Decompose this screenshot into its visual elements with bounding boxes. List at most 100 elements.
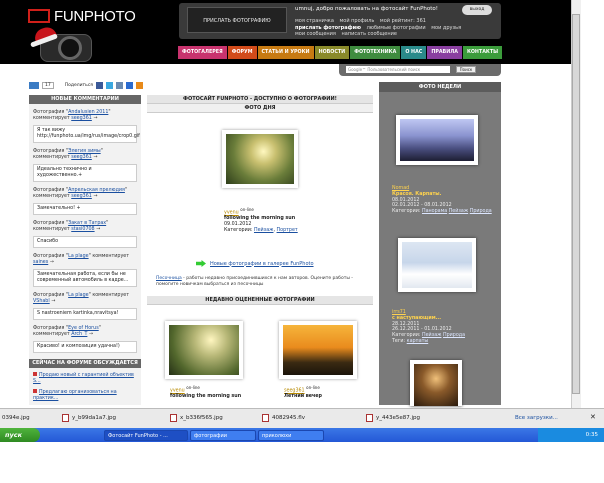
comment-user-link[interactable]: stasi0708 — [71, 227, 94, 232]
rated-photo-image[interactable] — [169, 325, 239, 375]
week-photo-image[interactable] — [400, 119, 474, 161]
upload-photo-button[interactable]: ПРИСЛАТЬ ФОТОГРАФИЮ — [187, 7, 287, 33]
online-badge: on-line — [240, 207, 254, 212]
forum-topic[interactable]: Продаю новый с гарантией объектив S... — [33, 372, 137, 385]
bookmark-icon[interactable] — [126, 82, 134, 89]
taskbar-window[interactable]: Фотосайт FunPhoto - ... — [104, 430, 188, 441]
category-link[interactable]: Панорама — [422, 209, 447, 214]
arrow-right-icon — [196, 260, 206, 267]
search-button[interactable]: Поиск — [456, 66, 476, 73]
comment-meta: Фотография "Eye of Horus" комментирует A… — [33, 326, 101, 337]
comment-photo-link[interactable]: Eye of Horus — [68, 326, 99, 331]
tag-link[interactable]: карпаты — [407, 339, 429, 344]
site-logo[interactable]: FUNPHOTO — [54, 8, 136, 25]
user-link[interactable]: мой профиль — [339, 18, 374, 24]
nav-forum[interactable]: ФОРУМ — [227, 46, 257, 59]
comment-meta: Фотография "Andalusien 2011" комментируе… — [33, 110, 111, 121]
sandbox-link[interactable]: Песочница — [156, 276, 182, 281]
image-file-icon — [170, 414, 177, 422]
nav-about[interactable]: О НАС — [401, 46, 427, 59]
comment-meta: Фотография "La plage" комментирует VShab… — [33, 293, 130, 304]
share-count: 17 — [42, 82, 54, 89]
comment-user-link[interactable]: saines — [33, 260, 48, 265]
user-link[interactable]: мои сообщения — [295, 31, 336, 37]
author-link[interactable]: irrs71 — [392, 310, 406, 315]
scrollbar-thumb[interactable] — [572, 14, 580, 394]
nav-rules[interactable]: ПРАВИЛА — [427, 46, 462, 59]
logout-button[interactable]: выход — [462, 5, 492, 15]
comment-text: Замечательная работа, если бы не совреме… — [33, 269, 137, 287]
close-icon[interactable]: ✕ — [590, 413, 596, 421]
show-all-downloads[interactable]: Все загрузки... — [515, 411, 558, 425]
user-link[interactable]: прислать фотографию — [295, 25, 361, 31]
author-link[interactable]: seeg361 — [284, 389, 305, 394]
photo-of-day-image[interactable] — [226, 134, 294, 184]
user-link[interactable]: написать сообщение — [342, 31, 397, 37]
comment-meta: Фотография "La plage" комментирует saine… — [33, 254, 130, 265]
comment-photo-link[interactable]: La plage — [68, 293, 88, 298]
twitter-icon[interactable] — [106, 82, 114, 89]
comment-photo-link[interactable]: La plage — [68, 254, 88, 259]
user-link[interactable]: мои друзья — [431, 25, 461, 31]
download-item[interactable]: y_443e5e87.jpg — [366, 411, 420, 425]
nav-gallery[interactable]: ФОТОГАЛЕРЕЯ — [178, 46, 227, 59]
new-comments-heading: НОВЫЕ КОММЕНТАРИИ — [29, 95, 141, 104]
categories-label: Категории: — [392, 333, 421, 339]
rss-icon[interactable] — [136, 82, 144, 89]
download-item[interactable]: 0394e.jpg — [2, 411, 30, 425]
week-photo-image[interactable] — [414, 364, 458, 406]
comment-photo-link[interactable]: Закат в Татрах — [68, 221, 106, 226]
comment-user-link[interactable]: seeg361 — [71, 116, 92, 121]
comment-text: Красиво! и композиция удачна!) — [33, 341, 137, 353]
user-link[interactable]: моя страничка — [295, 18, 334, 24]
download-item[interactable]: x_b336f565.jpg — [170, 411, 223, 425]
comment-user-link[interactable]: VShabl — [33, 299, 50, 304]
author-link[interactable]: yvenu — [224, 211, 239, 216]
week-photo-image[interactable] — [402, 242, 472, 288]
forum-topic[interactable]: Предлагаю организоваться на практик... — [33, 389, 137, 402]
author-link[interactable]: Nomad — [392, 186, 409, 191]
photo-title: following the morning sun — [170, 394, 242, 400]
comment-photo-link[interactable]: Элегия зимы — [68, 149, 101, 154]
download-item[interactable]: y_b99da1a7.jpg — [62, 411, 116, 425]
sandbox-note: Песочница - работы недавно присоединивши… — [156, 276, 353, 287]
image-file-icon — [366, 414, 373, 422]
blank-area — [0, 442, 604, 483]
comment-photo-link[interactable]: Andalusien 2011 — [68, 110, 108, 115]
comment-user-link[interactable]: seeg361 — [71, 194, 92, 199]
user-link[interactable]: мой рейтинг: 361 — [380, 18, 426, 24]
new-photos-link[interactable]: Новые фотографии в галерее FunPhoto — [196, 260, 314, 267]
download-item[interactable]: 4082945.flv — [262, 411, 305, 425]
start-button[interactable]: пуск — [0, 428, 40, 442]
comment-user-link[interactable]: seeg361 — [71, 155, 92, 160]
category-link[interactable]: Пейзаж — [254, 228, 274, 233]
welcome-text: umnuj, добро пожаловать на фотосайт FunP… — [295, 6, 438, 12]
comment-photo-link[interactable]: Апрельская прелюдия — [68, 188, 125, 193]
video-file-icon — [262, 414, 269, 422]
nav-contacts[interactable]: КОНТАКТЫ — [462, 46, 503, 59]
comment-text: Я так вижу http://funphoto.ua/img/rus/im… — [33, 125, 140, 143]
plus-one-icon[interactable] — [29, 82, 39, 89]
category-link[interactable]: Природа — [443, 333, 465, 338]
taskbar-window[interactable]: приколюхи — [258, 430, 324, 441]
photo-of-day-caption: yvenu on-line following the morning sun … — [224, 207, 298, 233]
category-link[interactable]: Пейзаж — [422, 333, 442, 338]
nav-articles[interactable]: СТАТЬИ И УРОКИ — [257, 46, 314, 59]
link-icon[interactable] — [116, 82, 124, 89]
nav-news[interactable]: НОВОСТИ — [314, 46, 350, 59]
rated-photo-image[interactable] — [283, 325, 353, 375]
comment-user-link[interactable]: Arch_T — [71, 332, 87, 337]
category-link[interactable]: Природа — [470, 209, 492, 214]
search-input[interactable]: Google™ Пользовательский поиск — [346, 66, 450, 73]
category-link[interactable]: Портрет — [277, 228, 298, 233]
forum-heading: СЕЙЧАС НА ФОРУМЕ ОБСУЖДАЕТСЯ — [29, 359, 141, 368]
author-link[interactable]: yvenu — [170, 389, 185, 394]
category-link[interactable]: Пейзаж — [449, 209, 469, 214]
user-link[interactable]: любимые фотографии — [367, 25, 426, 31]
nav-equipment[interactable]: ФОТОТЕХНИКА — [350, 46, 401, 59]
taskbar-window[interactable]: фотографии — [190, 430, 256, 441]
facebook-icon[interactable] — [96, 82, 104, 89]
camera-lens-icon — [58, 36, 82, 60]
logo-frame-icon — [28, 9, 50, 23]
categories-label: Категории: — [392, 209, 421, 215]
